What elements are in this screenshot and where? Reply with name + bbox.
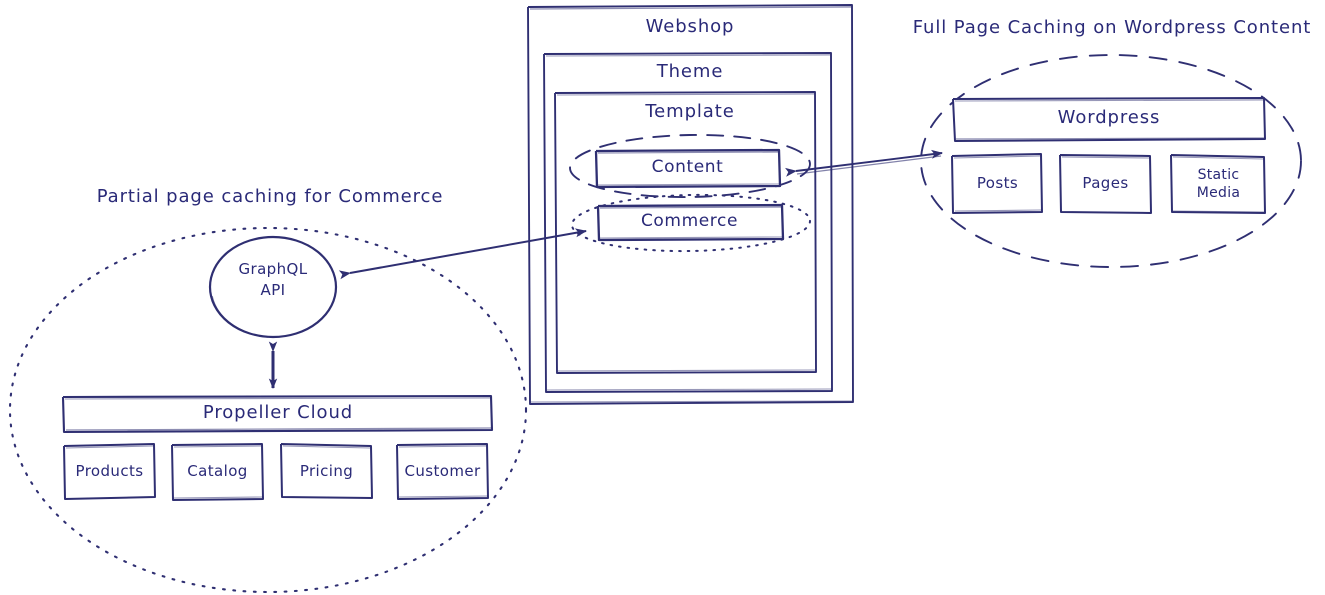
content-box[interactable] [594,148,782,189]
propeller-cloud-box[interactable] [61,394,494,434]
products-box[interactable] [63,443,156,500]
commerce-box[interactable] [596,203,785,242]
pages-box[interactable] [1059,154,1152,214]
diagram-svg [8,4,1302,594]
posts-box[interactable] [951,153,1043,214]
wordpress-box[interactable] [952,97,1266,142]
catalog-box[interactable] [171,443,264,501]
customer-box[interactable] [396,443,489,500]
pricing-box[interactable] [280,443,373,499]
graphql-api-circle[interactable] [208,235,338,339]
diagram-canvas: Webshop Theme Template Content Commerce … [0,0,1325,595]
static-media-box[interactable] [1170,154,1266,214]
